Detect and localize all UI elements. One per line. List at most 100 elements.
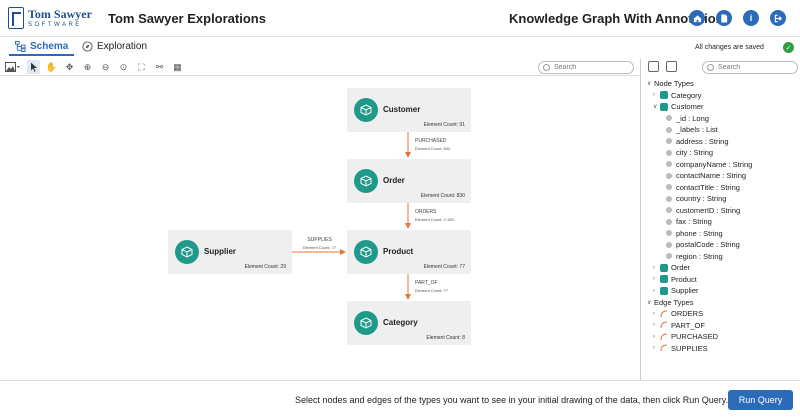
node-customer[interactable]: Customer Element Count: 91	[347, 88, 471, 132]
zoom-in-button[interactable]: ⊕	[81, 60, 94, 74]
property-icon	[666, 184, 672, 190]
chevron-right-icon: ›	[653, 310, 655, 317]
node-order[interactable]: Order Element Count: 830	[347, 159, 471, 203]
property-icon	[666, 161, 672, 167]
fit-to-window-button[interactable]: ⛶	[135, 60, 148, 74]
property-icon	[666, 241, 672, 248]
cube-icon	[354, 98, 378, 122]
edges-layer	[292, 132, 411, 300]
property-icon	[666, 138, 672, 144]
tree-item-order[interactable]: › Order	[653, 262, 690, 273]
tree-prop[interactable]: country : String	[666, 193, 726, 204]
chevron-right-icon: ›	[653, 333, 655, 340]
node-count: Element Count: 91	[423, 122, 465, 128]
chevron-right-icon: ›	[653, 276, 655, 282]
zoom-reset-button[interactable]: ⊙	[117, 60, 130, 74]
overview-button[interactable]: ▦	[171, 60, 184, 74]
tab-exploration[interactable]: Exploration	[82, 41, 147, 52]
tree-edge-supplies[interactable]: › SUPPLIES	[653, 343, 708, 354]
canvas-search[interactable]	[538, 61, 634, 74]
tree-prop[interactable]: _id : Long	[666, 113, 709, 124]
property-icon	[666, 230, 672, 236]
collapse-all-button[interactable]	[666, 61, 677, 72]
zoom-out-button[interactable]: ⊖	[99, 60, 112, 74]
tree-edge-part-of[interactable]: › PART_OF	[653, 320, 705, 331]
node-name: Order	[383, 176, 405, 185]
canvas-toolbar: ✋ ✥ ⊕ ⊖ ⊙ ⛶ ⚯ ▦	[0, 59, 639, 76]
logout-button[interactable]	[770, 10, 786, 26]
tree-prop[interactable]: companyName : String	[666, 159, 752, 170]
tree-prop[interactable]: customerID : String	[666, 205, 740, 216]
tree-prop[interactable]: phone : String	[666, 228, 723, 239]
document-icon	[721, 13, 728, 23]
edge-label-supplies[interactable]: SUPPLIES Element Count: 77	[303, 237, 336, 251]
node-count: Element Count: 77	[423, 264, 465, 270]
tree-search-input[interactable]	[718, 64, 788, 71]
select-tool-button[interactable]	[27, 60, 40, 74]
tab-schema-label: Schema	[30, 41, 69, 52]
tree-prop[interactable]: fax : String	[666, 216, 712, 227]
property-icon	[666, 126, 672, 133]
node-name: Product	[383, 247, 414, 256]
cube-icon	[660, 275, 668, 283]
canvas-search-input[interactable]	[554, 64, 624, 71]
chevron-right-icon: ›	[653, 345, 655, 351]
cube-icon	[354, 169, 378, 193]
view-tabs: Schema Exploration All changes are saved…	[0, 39, 800, 59]
info-button[interactable]: i	[743, 10, 759, 26]
pan-tool-button[interactable]: ✋	[45, 60, 58, 74]
overview-icon: ▦	[173, 61, 182, 72]
tree-edge-types[interactable]: ∨ Edge Types	[647, 297, 693, 308]
info-icon: i	[749, 13, 753, 23]
schema-icon	[15, 41, 26, 52]
tree-item-category[interactable]: › Category	[653, 90, 701, 101]
tree-search[interactable]	[702, 61, 798, 74]
search-icon	[707, 64, 714, 71]
expand-all-button[interactable]	[648, 61, 659, 72]
tree-edge-orders[interactable]: › ORDERS	[653, 308, 703, 319]
node-category[interactable]: Category Element Count: 8	[347, 301, 471, 345]
tree-node-types[interactable]: ∨ Node Types	[647, 78, 694, 89]
cube-icon	[354, 311, 378, 335]
logo-line1: Tom Sawyer	[28, 7, 92, 21]
tree-item-customer[interactable]: ∨ Customer	[653, 101, 704, 112]
save-status-text: All changes are saved	[695, 44, 764, 51]
node-count: Element Count: 8	[426, 335, 465, 341]
schema-canvas[interactable]: Customer Element Count: 91 Order Element…	[0, 77, 639, 380]
tree-prop[interactable]: postalCode : String	[666, 239, 740, 250]
property-icon	[666, 218, 672, 225]
tab-schema[interactable]: Schema	[8, 41, 75, 56]
tree-item-product[interactable]: › Product	[653, 274, 697, 285]
chevron-right-icon: ›	[653, 92, 655, 98]
pointer-icon	[30, 62, 37, 72]
cube-icon	[660, 91, 668, 99]
cube-icon	[660, 286, 668, 295]
image-export-button[interactable]	[3, 60, 21, 74]
layout-button[interactable]: ⚯	[153, 60, 166, 74]
logout-icon	[774, 14, 782, 22]
footer: Select nodes and edges of the types you …	[0, 380, 800, 418]
tree-prop[interactable]: city : String	[666, 147, 713, 158]
tree-prop[interactable]: _labels : List	[666, 124, 718, 135]
tree-edge-purchased[interactable]: › PURCHASED	[653, 331, 718, 342]
run-query-button[interactable]: Run Query	[728, 390, 793, 410]
tree-prop[interactable]: address : String	[666, 136, 729, 147]
home-button[interactable]	[689, 10, 705, 26]
logo-mark-icon	[8, 7, 24, 29]
tree-prop[interactable]: contactName : String	[666, 170, 746, 181]
property-icon	[666, 172, 672, 179]
property-icon	[666, 115, 672, 121]
app-title: Tom Sawyer Explorations	[108, 10, 266, 26]
cube-icon	[660, 263, 668, 272]
tree-prop[interactable]: region : String	[666, 251, 723, 262]
hand-icon: ✋	[45, 61, 58, 72]
edge-label-purchased[interactable]: PURCHASED Element Count: 830	[415, 138, 450, 152]
edge-label-orders[interactable]: ORDERS Element Count: 2,155	[415, 209, 454, 223]
tree-prop[interactable]: contactTitle : String	[666, 182, 740, 193]
edge-label-part-of[interactable]: PART_OF Element Count: 77	[415, 280, 448, 294]
node-supplier[interactable]: Supplier Element Count: 29	[168, 230, 292, 274]
document-button[interactable]	[716, 10, 732, 26]
node-product[interactable]: Product Element Count: 77	[347, 230, 471, 274]
move-tool-button[interactable]: ✥	[63, 60, 76, 74]
tree-item-supplier[interactable]: › Supplier	[653, 285, 699, 296]
